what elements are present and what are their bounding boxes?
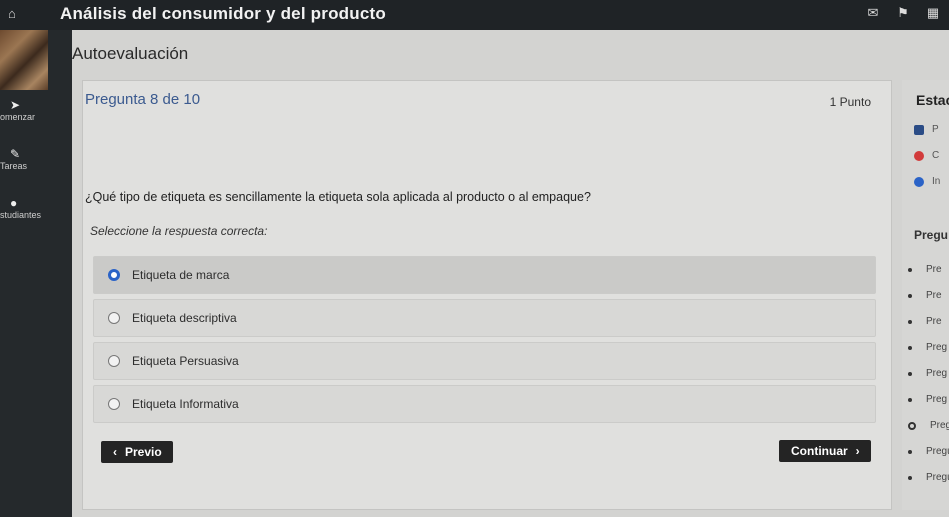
current-dot-icon	[908, 421, 916, 430]
answer-option-etiqueta-persuasiva[interactable]: Etiqueta Persuasiva	[93, 342, 876, 380]
status-panel: Estac P C In Pregu Pre Pre Pre Preg Preg…	[902, 80, 949, 510]
page-title: Autoevaluación	[72, 44, 189, 63]
dot-icon	[908, 371, 912, 376]
page-header: Autoevaluación	[72, 30, 949, 78]
continue-button-label: Continuar	[791, 444, 848, 458]
dot-icon	[908, 345, 912, 350]
question-list-label: Preg	[926, 342, 948, 353]
answer-option-etiqueta-informativa[interactable]: Etiqueta Informativa	[93, 385, 876, 423]
question-list-label: Preg	[926, 368, 948, 379]
question-instruction: Seleccione la respuesta correcta:	[90, 224, 268, 238]
radio-icon[interactable]	[108, 355, 120, 367]
main-area: Autoevaluación Pregunta 8 de 10 1 Punto …	[72, 30, 949, 517]
question-list-label: Preg	[926, 394, 948, 405]
dot-icon	[908, 267, 912, 272]
dot-icon	[908, 397, 912, 402]
question-list-header: Pregu	[914, 228, 949, 242]
top-bar: ⌂ Análisis del consumidor y del producto…	[0, 0, 949, 30]
question-list-label: Pre	[926, 316, 942, 327]
sidebar-item-label: Tareas	[0, 161, 28, 171]
bell-icon[interactable]: ⚑	[895, 6, 911, 20]
status-panel-header: Estac	[916, 92, 949, 108]
question-list-item[interactable]: Pregu	[908, 472, 949, 483]
question-list-item[interactable]: Pre	[908, 264, 942, 275]
navigate-icon: ➤	[10, 98, 21, 112]
question-list-item[interactable]: Pre	[908, 290, 942, 301]
question-list-label: Pregu	[926, 446, 949, 457]
answer-option-label: Etiqueta Persuasiva	[132, 354, 239, 368]
chevron-right-icon: ›	[855, 444, 860, 458]
pause-icon	[914, 124, 924, 135]
continue-button[interactable]: Continuar ›	[779, 440, 871, 462]
question-points: 1 Punto	[829, 95, 871, 109]
dot-icon	[908, 319, 912, 324]
question-list-label: Pregu	[926, 472, 949, 483]
radio-icon[interactable]	[108, 312, 120, 324]
question-list-label: Pre	[926, 290, 942, 301]
question-list-item-current[interactable]: Preg	[908, 420, 949, 431]
sidebar-item-label: omenzar	[0, 112, 36, 122]
course-thumbnail	[0, 30, 48, 90]
dot-icon	[908, 293, 912, 298]
previous-button[interactable]: ‹ Previo	[101, 441, 173, 463]
chevron-left-icon: ‹	[113, 445, 117, 459]
question-list-item[interactable]: Preg	[908, 368, 947, 379]
home-icon[interactable]: ⌂	[8, 6, 22, 21]
status-item: In	[914, 176, 949, 187]
question-list-item[interactable]: Pregu	[908, 446, 949, 457]
sidebar-item-tareas[interactable]: ✎ Tareas	[0, 147, 72, 171]
status-item-label: In	[932, 176, 941, 187]
person-icon: ●	[10, 196, 18, 210]
question-card: Pregunta 8 de 10 1 Punto ¿Qué tipo de et…	[82, 80, 892, 510]
sidebar-item-estudiantes[interactable]: ● studiantes	[0, 196, 72, 220]
question-list-item[interactable]: Pre	[908, 316, 942, 327]
question-text: ¿Qué tipo de etiqueta es sencillamente l…	[85, 190, 591, 204]
answer-option-etiqueta-de-marca[interactable]: Etiqueta de marca	[93, 256, 876, 294]
status-item-label: P	[932, 124, 939, 135]
question-list-item[interactable]: Preg	[908, 394, 947, 405]
status-item-label: C	[932, 150, 940, 161]
dot-icon	[908, 475, 912, 480]
answer-option-label: Etiqueta descriptiva	[132, 311, 237, 325]
dot-icon	[908, 449, 912, 454]
calendar-icon[interactable]: ▦	[925, 6, 941, 20]
radio-icon[interactable]	[108, 398, 120, 410]
sidebar-item-label: studiantes	[0, 210, 42, 220]
question-list-item[interactable]: Preg	[908, 342, 947, 353]
status-item: C	[914, 150, 949, 161]
course-title: Análisis del consumidor y del producto	[60, 4, 386, 23]
question-header: Pregunta 8 de 10	[85, 91, 201, 108]
edit-icon: ✎	[10, 147, 21, 161]
question-list-label: Pre	[926, 264, 942, 275]
sidebar-item-comenzar[interactable]: ➤ omenzar	[0, 98, 72, 122]
info-icon	[914, 176, 924, 187]
answer-option-label: Etiqueta de marca	[132, 268, 230, 282]
close-icon	[914, 150, 924, 161]
radio-selected-icon[interactable]	[108, 269, 120, 281]
status-item: P	[914, 124, 949, 135]
top-bar-icons: ✉ ⚑ ▦	[865, 6, 941, 20]
question-list-label: Preg	[930, 420, 949, 431]
mail-icon[interactable]: ✉	[865, 6, 881, 20]
previous-button-label: Previo	[125, 445, 162, 459]
answer-option-label: Etiqueta Informativa	[132, 397, 239, 411]
sidebar: ➤ omenzar ✎ Tareas ● studiantes	[0, 30, 72, 517]
answer-option-etiqueta-descriptiva[interactable]: Etiqueta descriptiva	[93, 299, 876, 337]
